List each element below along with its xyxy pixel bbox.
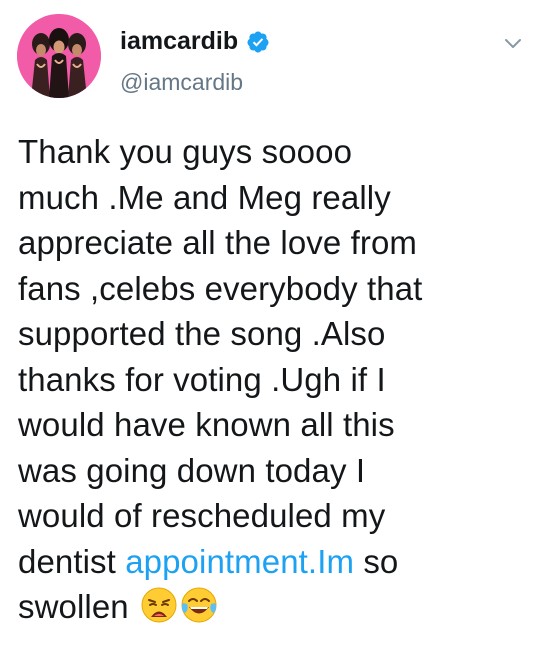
tweet-card: iamcardib @iamcardib Thank you guys sooo… <box>0 0 540 650</box>
tweet-line: supported the song .Also <box>18 315 386 352</box>
appointment-link[interactable]: appointment.Im <box>125 543 354 580</box>
tweet-line: would of rescheduled my <box>18 497 386 534</box>
tweet-text: Thank you guys soooo much .Me and Meg re… <box>18 129 528 630</box>
tweet-line: swollen <box>18 584 528 630</box>
tweet-line: was going down today I <box>18 451 366 489</box>
weary-face-emoji-icon <box>141 587 177 623</box>
tweet-text-segment: so <box>354 542 399 580</box>
tweet-line: thanks for voting .Ugh if I <box>18 360 386 398</box>
tweet-line: much .Me and Meg really <box>18 178 391 216</box>
chevron-down-icon[interactable] <box>502 32 524 54</box>
tweet-text-segment: dentist <box>18 542 126 580</box>
tweet-line: appreciate all the love from <box>18 224 418 261</box>
tweet-line: would have known all this <box>18 406 395 443</box>
display-name[interactable]: iamcardib <box>120 26 238 56</box>
verified-badge-icon <box>247 31 269 53</box>
tweet-line: Thank you guys soooo <box>18 133 353 170</box>
tweet-line: fans ,celebs everybody that <box>18 269 423 307</box>
tweet-text-segment: swollen <box>18 588 139 625</box>
tweet-line: dentist appointment.Im so <box>18 539 528 585</box>
tears-of-joy-emoji-icon <box>181 587 217 623</box>
avatar[interactable] <box>17 14 101 98</box>
handle[interactable]: @iamcardib <box>120 68 243 96</box>
